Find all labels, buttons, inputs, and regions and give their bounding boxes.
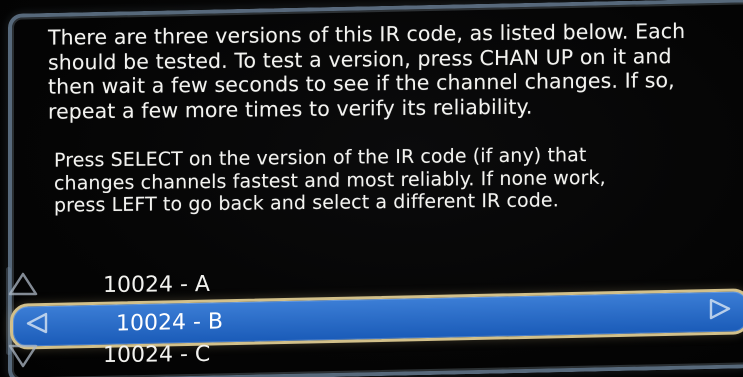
instruction-paragraph-2: Press SELECT on the version of the IR co… xyxy=(54,144,606,217)
ir-version-option-c[interactable]: 10024 - C xyxy=(103,337,303,373)
left-arrow-icon[interactable] xyxy=(19,306,53,341)
down-arrow-icon[interactable] xyxy=(6,342,40,370)
ir-version-option-c-label: 10024 - C xyxy=(103,341,211,369)
instruction-text: There are three versions of this IR code… xyxy=(48,18,743,217)
ir-version-option-b-label: 10024 - B xyxy=(116,309,224,337)
up-arrow-icon[interactable] xyxy=(6,270,40,298)
ir-version-option-a-label: 10024 - A xyxy=(103,271,210,299)
ir-code-test-screen: There are three versions of this IR code… xyxy=(0,0,743,377)
instruction-paragraph-1: There are three versions of this IR code… xyxy=(48,18,686,124)
right-arrow-icon[interactable] xyxy=(704,292,738,327)
